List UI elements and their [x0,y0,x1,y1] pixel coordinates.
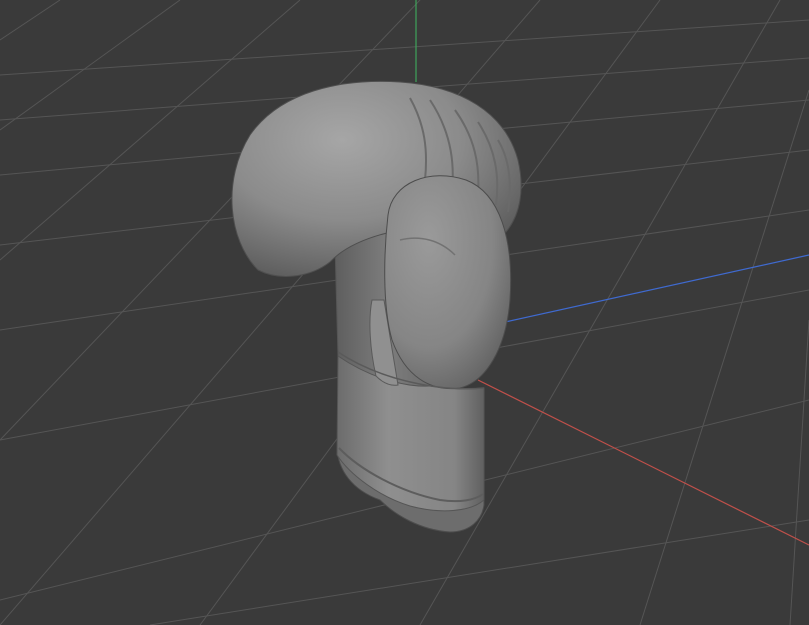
z-axis-line [504,254,809,323]
x-axis-line [477,379,809,546]
thumb [384,175,512,390]
3d-viewport[interactable] [0,0,809,625]
viewport-canvas[interactable] [0,0,809,625]
